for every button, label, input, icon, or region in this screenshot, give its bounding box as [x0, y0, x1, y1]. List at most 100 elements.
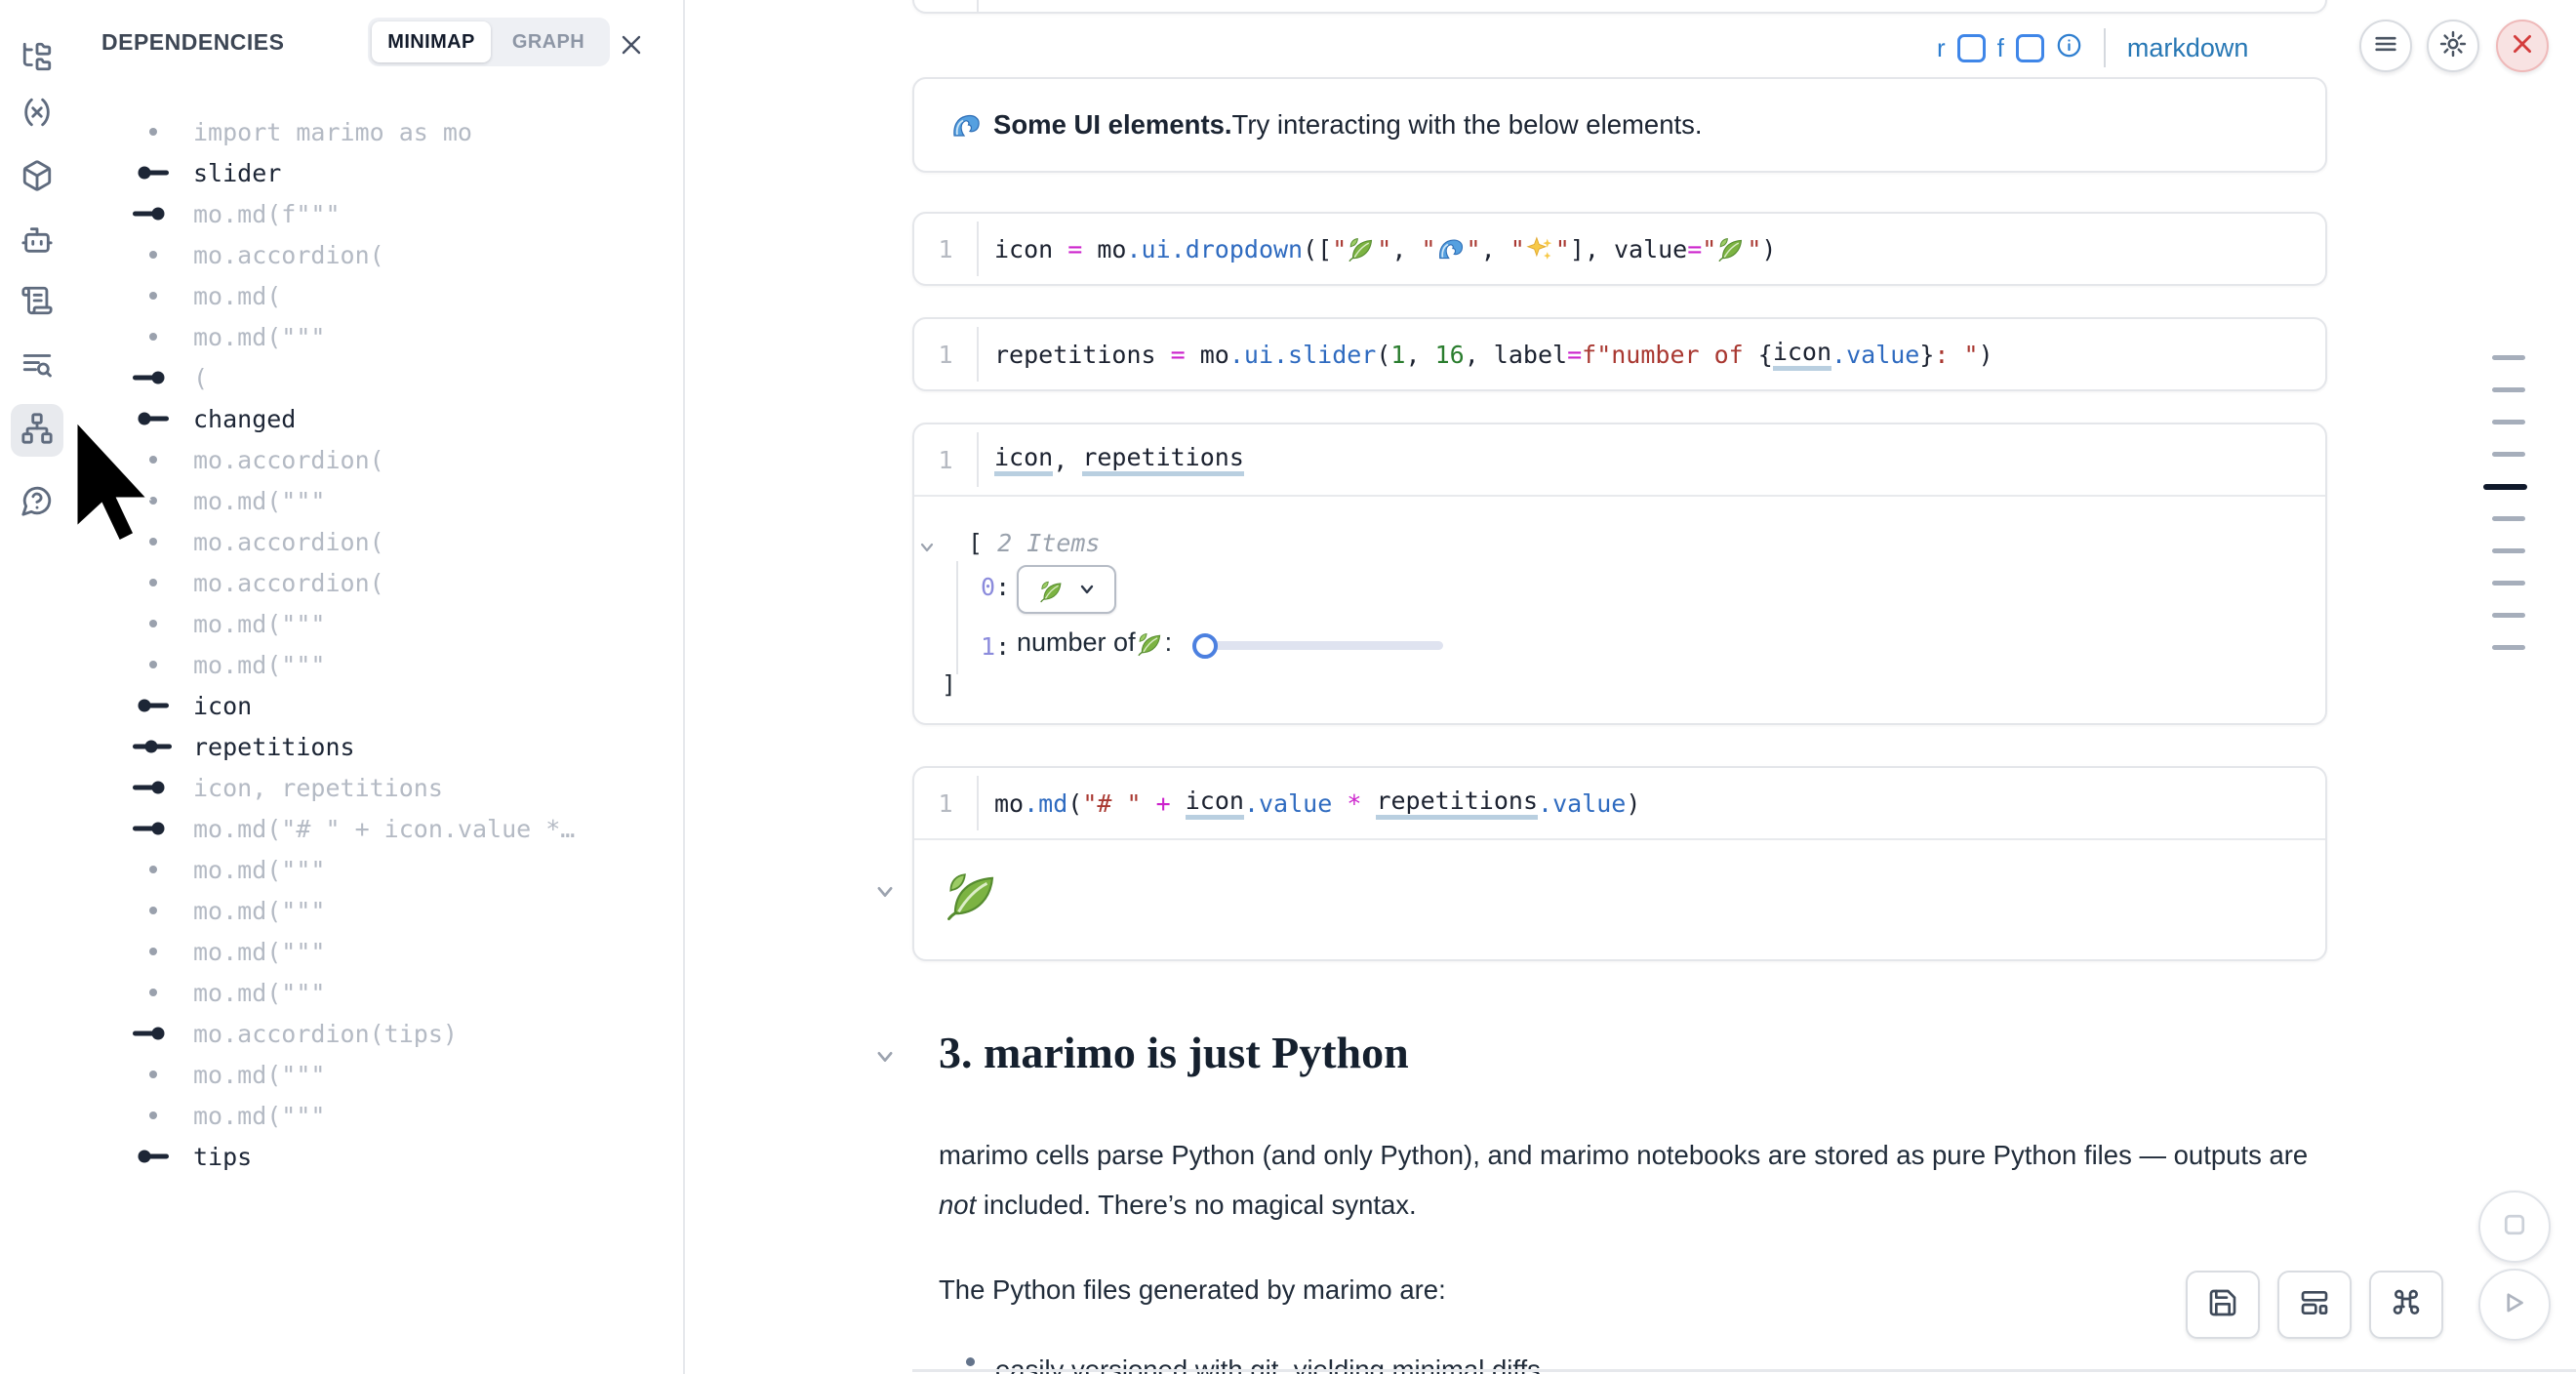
shutdown-button[interactable]: [2496, 20, 2549, 72]
code-token: ], value: [1570, 235, 1687, 263]
chevron-down-icon[interactable]: [874, 1046, 896, 1072]
emphasized-text: not: [939, 1190, 976, 1220]
toolbar-f-toggle[interactable]: f: [1997, 33, 2004, 63]
dependency-item-label: mo.md(""": [193, 856, 325, 884]
code-token: =: [1687, 235, 1702, 263]
code-line[interactable]: mo.md("# " + icon.value * repetitions.va…: [994, 787, 1640, 820]
scroll-dash[interactable]: [2492, 387, 2525, 392]
dependency-item[interactable]: mo.md(f""": [74, 193, 679, 234]
dependency-item[interactable]: mo.md(""": [74, 972, 679, 1013]
ai-assistant-button[interactable]: [11, 216, 63, 268]
code-token: .ui.dropdown: [1126, 235, 1303, 263]
dependency-item[interactable]: (: [74, 357, 679, 398]
tab-minimap[interactable]: MINIMAP: [372, 21, 491, 62]
left-icon-rail: [0, 0, 74, 1374]
dependency-item[interactable]: mo.md(""": [74, 603, 679, 644]
scroll-dash[interactable]: [2492, 613, 2525, 618]
file-explorer-button[interactable]: [11, 32, 63, 85]
code-cell-icon-dropdown[interactable]: 1 icon = mo.ui.dropdown(["", "", ""], va…: [912, 212, 2327, 286]
tab-graph[interactable]: GRAPH: [491, 21, 606, 62]
checkbox-icon[interactable]: [2016, 34, 2044, 62]
scroll-dash[interactable]: [2492, 645, 2525, 650]
layout-button[interactable]: [2277, 1271, 2352, 1339]
variables-button[interactable]: [11, 88, 63, 141]
wave-emoji: [951, 110, 983, 141]
code-token: ": [1555, 235, 1570, 263]
code-token: "# ": [1082, 789, 1155, 818]
toolbar-r-toggle[interactable]: r: [1937, 33, 1946, 63]
dependency-item-label: repetitions: [193, 733, 355, 761]
dependency-item[interactable]: mo.md(""": [74, 1095, 679, 1136]
scroll-dash-active[interactable]: [2483, 484, 2527, 490]
network-icon: [20, 412, 54, 450]
checkbox-icon[interactable]: [1957, 34, 1986, 62]
dependency-item[interactable]: mo.md(""": [74, 931, 679, 972]
keyboard-shortcuts-button[interactable]: [2369, 1271, 2443, 1339]
scroll-dash[interactable]: [2492, 452, 2525, 457]
save-button[interactable]: [2186, 1271, 2260, 1339]
dependency-item[interactable]: slider: [74, 152, 679, 193]
chevron-down-icon[interactable]: [874, 881, 896, 908]
code-token: repetitions: [1082, 443, 1244, 476]
dependency-item[interactable]: tips: [74, 1136, 679, 1177]
dependency-item[interactable]: mo.accordion(: [74, 562, 679, 603]
dependency-item[interactable]: mo.accordion(: [74, 234, 679, 275]
outline-search-button[interactable]: [11, 340, 63, 392]
stop-button[interactable]: [2478, 1191, 2551, 1263]
dependency-item-label: icon, repetitions: [193, 774, 443, 802]
scroll-dash[interactable]: [2492, 581, 2525, 586]
scroll-dash[interactable]: [2492, 355, 2525, 360]
dependency-item[interactable]: mo.md(""": [74, 1054, 679, 1095]
scroll-dash[interactable]: [2492, 420, 2525, 424]
code-token: [1332, 789, 1347, 818]
leaf-emoji: [1039, 579, 1065, 604]
dependency-item[interactable]: repetitions: [74, 726, 679, 767]
code-cell-repetitions-slider[interactable]: 1 repetitions = mo.ui.slider(1, 16, labe…: [912, 317, 2327, 391]
dependency-item[interactable]: mo.md(""": [74, 849, 679, 890]
code-line[interactable]: icon, repetitions: [994, 443, 1244, 476]
dependency-item[interactable]: mo.md(""": [74, 316, 679, 357]
scratchpad-button[interactable]: [11, 276, 63, 329]
cell-language-label[interactable]: markdown: [2127, 33, 2249, 63]
dependency-item[interactable]: mo.md(: [74, 275, 679, 316]
help-button[interactable]: [11, 476, 63, 529]
slider-label: number of :: [1017, 627, 1172, 658]
code-token: =: [1067, 235, 1082, 263]
chevron-down-icon[interactable]: [918, 534, 936, 562]
output-bold-text: Some UI elements.: [993, 109, 1232, 141]
line-number: 1: [914, 446, 977, 474]
packages-button[interactable]: [11, 151, 63, 204]
clipped-code-line: Some UI elements. Try interacting with t…: [994, 0, 1906, 1]
dependencies-button[interactable]: [11, 404, 63, 457]
dependency-item[interactable]: mo.md(""": [74, 890, 679, 931]
dependency-item[interactable]: icon, repetitions: [74, 767, 679, 808]
code-token: .md: [1024, 789, 1067, 818]
clipped-markdown-cell[interactable]: 1 Some UI elements. Try interacting with…: [912, 0, 2327, 14]
scroll-dash[interactable]: [2492, 548, 2525, 553]
cell-toolbar: r f markdown: [1937, 27, 2248, 68]
menu-button[interactable]: [2359, 20, 2412, 72]
repetitions-slider-thumb[interactable]: [1192, 633, 1218, 659]
repetitions-slider-track[interactable]: [1202, 641, 1443, 650]
settings-button[interactable]: [2427, 20, 2479, 72]
dependency-item[interactable]: mo.md(""": [74, 644, 679, 685]
panel-close-button[interactable]: [620, 33, 643, 57]
help-circle-icon: [20, 484, 54, 522]
icon-dropdown-widget[interactable]: [1017, 565, 1116, 614]
code-token: mo: [1082, 235, 1126, 263]
code-token: (: [1376, 341, 1390, 369]
dependency-marker-dot-icon: [131, 849, 176, 890]
dependency-item[interactable]: import marimo as mo: [74, 111, 679, 152]
code-cell-md-heading[interactable]: 1 mo.md("# " + icon.value * repetitions.…: [912, 766, 2327, 961]
run-button[interactable]: [2478, 1269, 2551, 1341]
code-line[interactable]: repetitions = mo.ui.slider(1, 16, label=…: [994, 338, 1993, 371]
dependency-item[interactable]: icon: [74, 685, 679, 726]
scroll-dash[interactable]: [2492, 516, 2525, 521]
code-line[interactable]: icon = mo.ui.dropdown(["", "", ""], valu…: [994, 235, 1776, 263]
info-icon[interactable]: [2056, 32, 2082, 63]
dependency-marker-in-icon: [131, 357, 176, 398]
dependency-item[interactable]: mo.md("# " + icon.value *…: [74, 808, 679, 849]
code-cell-tuple-output[interactable]: 1 icon, repetitions [ 2 Items 0: 1: numb…: [912, 423, 2327, 725]
dependency-marker-inout-icon: [131, 726, 176, 767]
dependency-item[interactable]: mo.accordion(tips): [74, 1013, 679, 1054]
